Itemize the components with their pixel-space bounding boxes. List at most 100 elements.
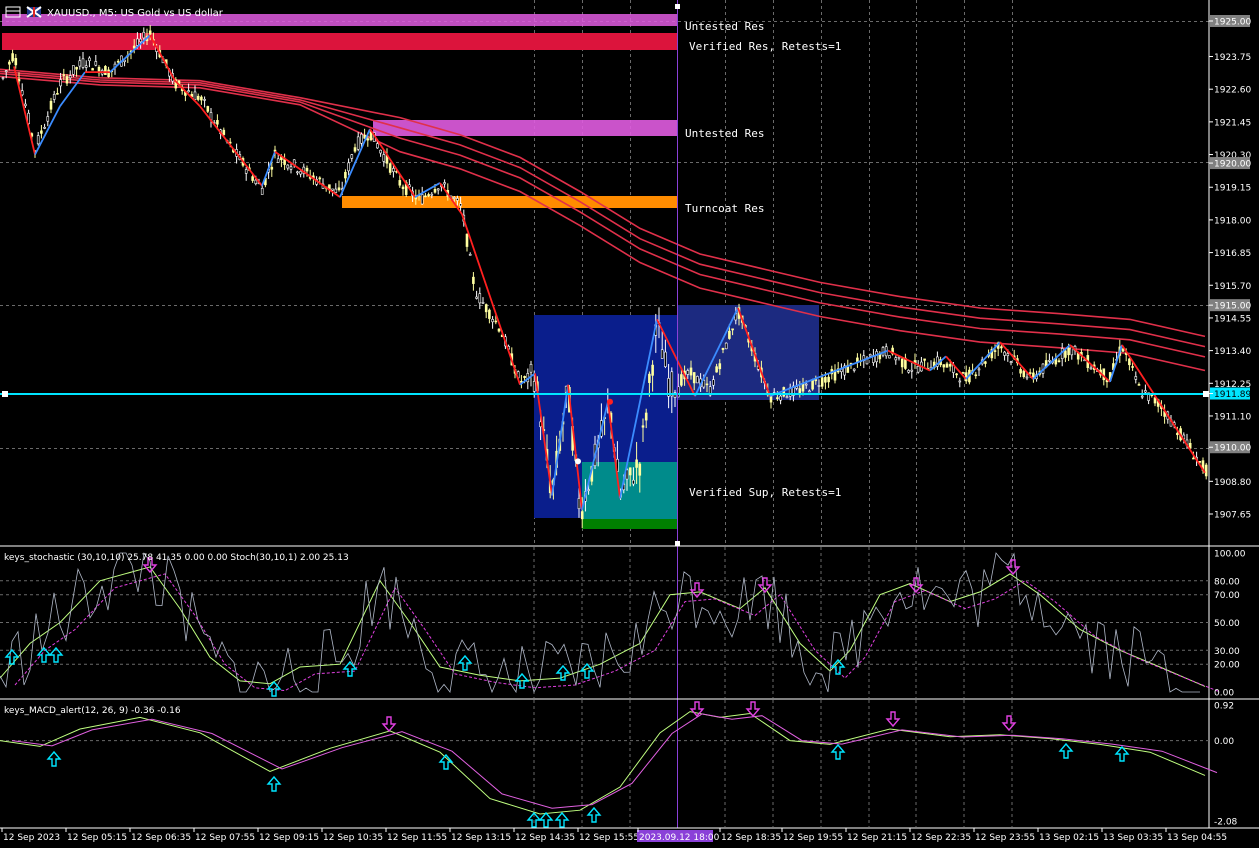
separator-handle-bottom[interactable] — [675, 541, 680, 546]
candle-body — [776, 397, 779, 400]
candle-body — [1009, 361, 1013, 364]
price-label: 1922.60 — [1214, 86, 1251, 96]
candle-body — [52, 94, 56, 100]
arrow-up-icon — [554, 811, 570, 828]
candle-body — [670, 371, 674, 397]
time-label: 13 Sep 02:15 — [1039, 833, 1099, 843]
candle-body — [532, 381, 536, 392]
arrow-up-icon — [266, 775, 282, 792]
zigzag-marker — [607, 398, 613, 405]
candle-body — [715, 366, 718, 373]
untested-res-top-label: Untested Res — [685, 20, 764, 33]
candle-body — [1153, 397, 1157, 404]
time-label: 12 Sep 09:15 — [259, 833, 319, 843]
candle-body — [427, 194, 430, 197]
candle-body — [1204, 464, 1208, 477]
candle-body — [814, 379, 818, 382]
time-label: 12 Sep 13:15 — [451, 833, 511, 843]
candle-body — [443, 182, 446, 185]
arrow-down-icon — [757, 577, 773, 594]
candle-body — [296, 171, 299, 174]
price-panel[interactable]: Untested Res Verified Res, Retests=1 Unt… — [0, 0, 1251, 828]
candle-body — [827, 376, 830, 383]
turncoat-res-zone[interactable] — [342, 196, 677, 208]
time-axis[interactable]: 12 Sep 2023 12 Sep 05:15 12 Sep 06:35 12 Se… — [1, 828, 1227, 843]
candle-body — [852, 368, 856, 371]
candle-body — [452, 197, 456, 199]
price-axis[interactable]: 1925.001923.751922.601921.451920.301920.… — [1209, 15, 1251, 521]
candle-body — [4, 70, 8, 72]
candle-body — [344, 171, 347, 179]
candle-body — [59, 79, 62, 87]
candle-body — [523, 376, 526, 378]
candle-body — [116, 60, 120, 63]
price-label: 1908.80 — [1214, 478, 1251, 488]
candle-body — [72, 65, 75, 75]
time-label: 12 Sep 07:55 — [195, 833, 255, 843]
price-line-handle-left[interactable] — [2, 391, 8, 397]
candle-body — [36, 135, 40, 145]
time-label: 12 Sep 21:15 — [847, 833, 907, 843]
candle-body — [286, 164, 290, 169]
candle-body — [1134, 376, 1138, 380]
candle-body — [484, 304, 488, 313]
time-label: 12 Sep 10:35 — [323, 833, 383, 843]
candle-body — [203, 99, 206, 101]
separator-handle-top[interactable] — [675, 4, 680, 9]
candle-body — [1003, 351, 1006, 356]
candle-body — [337, 187, 341, 191]
candle-body — [1022, 370, 1026, 378]
candle-body — [795, 386, 798, 389]
candle-body — [1067, 347, 1070, 356]
candle-body — [648, 373, 651, 383]
candle-body — [785, 396, 789, 399]
candle-body — [1000, 346, 1003, 349]
price-label: 1914.55 — [1214, 314, 1251, 324]
candle-body — [481, 302, 485, 304]
candle-body — [779, 395, 782, 401]
verified-sup-label: Verified Sup, Retests=1 — [689, 486, 841, 499]
chart-canvas[interactable]: Untested Res Verified Res, Retests=1 Unt… — [0, 0, 1259, 844]
candle-body — [1006, 353, 1010, 356]
candle-body — [641, 425, 645, 428]
arrow-up-icon — [46, 750, 62, 767]
time-label: 13 Sep 03:35 — [1103, 833, 1163, 843]
candle-body — [216, 120, 219, 125]
candle-body — [468, 254, 472, 256]
candle-body — [334, 188, 338, 193]
candle-body — [11, 53, 14, 62]
candle-body — [705, 383, 709, 386]
candle-body — [472, 276, 475, 284]
time-label: 12 Sep 11:55 — [387, 833, 447, 843]
time-label: 12 Sep 19:55 — [783, 833, 843, 843]
verified-res-zone[interactable] — [2, 33, 677, 50]
arrow-down-icon — [885, 711, 901, 728]
candle-body — [1, 77, 5, 79]
price-label: 1921.45 — [1214, 118, 1251, 128]
price-label: 1911.89 — [1214, 390, 1251, 400]
candle-body — [1028, 372, 1032, 374]
candle-body — [910, 369, 914, 372]
candle-body — [107, 69, 110, 78]
candle-body — [139, 38, 142, 43]
zigzag-segment — [1121, 344, 1206, 474]
candle-body — [331, 188, 334, 191]
arrow-down-icon — [1001, 715, 1017, 732]
price-label: 1911.10 — [1214, 412, 1251, 422]
verified-sup-edge — [582, 519, 677, 529]
candle-body — [200, 96, 203, 101]
candle-body — [353, 147, 357, 152]
stochastic-panel[interactable]: keys_stochastic (30,10,10) 25.78 41.35 0… — [0, 547, 1246, 699]
candle-body — [289, 166, 293, 170]
stochastic-axis: 100.00 80.00 70.00 50.00 30.00 20.00 0.00 — [1214, 550, 1246, 699]
macd-axis-label: 0.00 — [1214, 737, 1234, 747]
stoch-axis-label: 30.00 — [1214, 647, 1240, 657]
price-line-handle-right[interactable] — [1203, 391, 1209, 397]
macd-panel[interactable]: keys_MACD_alert(12, 26, 9) -0.36 -0.16 0… — [0, 700, 1238, 828]
untested-res-mid-label: Untested Res — [685, 127, 764, 140]
candle-body — [43, 127, 46, 129]
candle-body — [907, 370, 910, 373]
candle-body — [974, 374, 978, 377]
candle-body — [388, 163, 392, 173]
candle-body — [465, 233, 469, 247]
